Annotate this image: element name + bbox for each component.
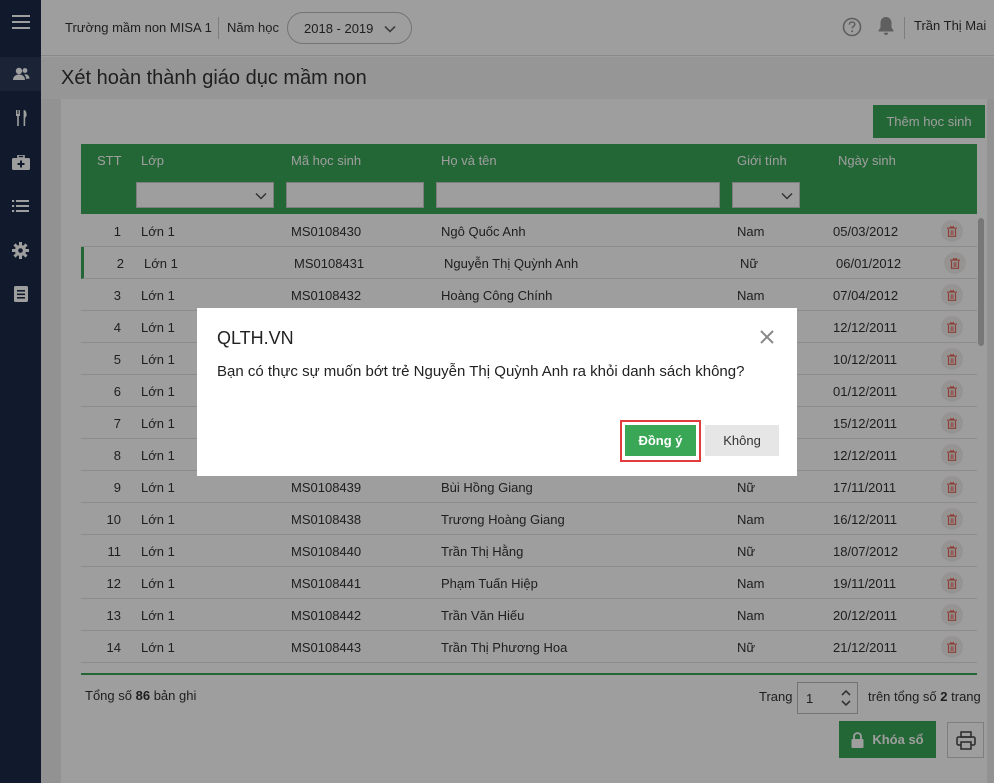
dialog-title: QLTH.VN [217,328,294,348]
confirm-ok-button[interactable]: Đồng ý [625,425,696,456]
confirm-cancel-button[interactable]: Không [705,425,779,456]
dialog-message: Bạn có thực sự muốn bớt trẻ Nguyễn Thị Q… [217,363,745,380]
confirm-dialog: QLTH.VN Bạn có thực sự muốn bớt trẻ Nguy… [197,308,797,476]
close-icon[interactable] [759,329,775,348]
